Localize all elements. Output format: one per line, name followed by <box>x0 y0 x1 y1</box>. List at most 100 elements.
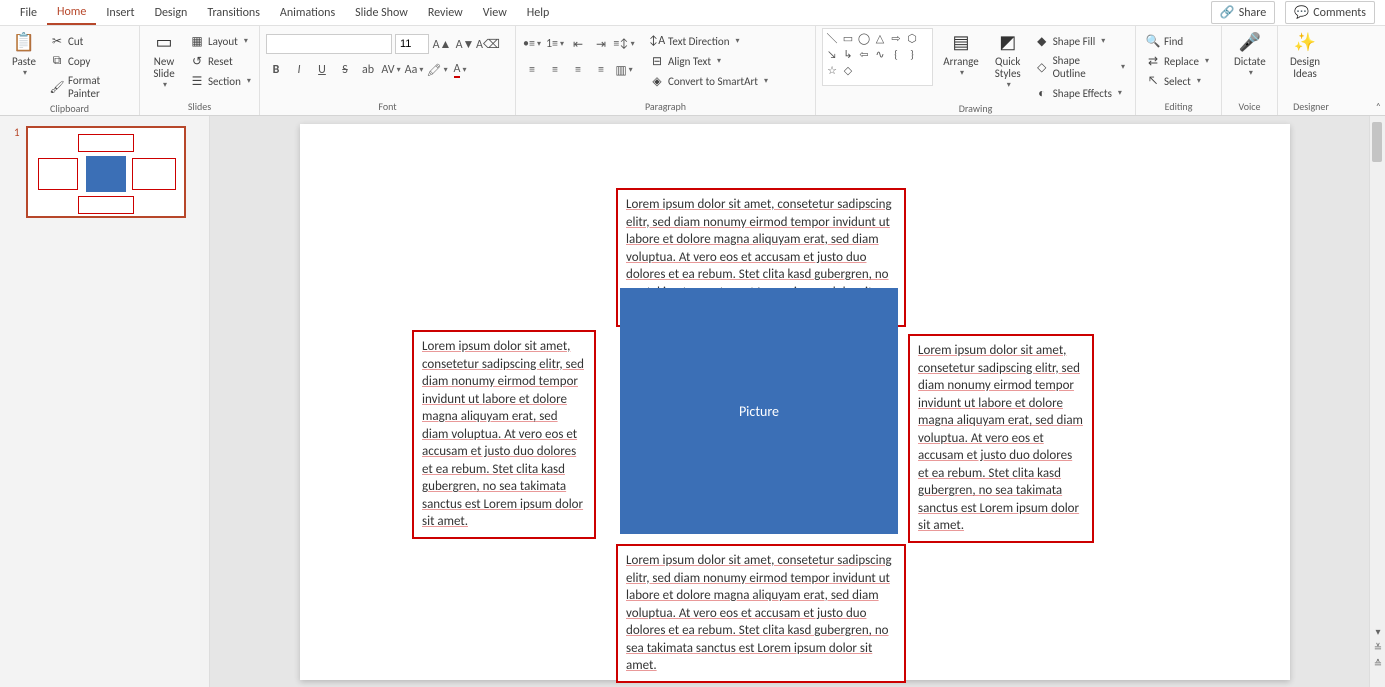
increase-indent-button[interactable]: ⇥ <box>591 34 611 54</box>
shape-triangle-icon[interactable]: △ <box>873 31 887 45</box>
design-ideas-button[interactable]: ✨ Design Ideas <box>1284 28 1326 82</box>
italic-button[interactable]: I <box>289 60 309 80</box>
comments-button[interactable]: 💬 Comments <box>1285 1 1375 24</box>
line-spacing-button[interactable]: ≡↕ <box>614 34 634 54</box>
shadow-button[interactable]: ab <box>358 60 378 80</box>
scroll-thumb[interactable] <box>1372 122 1382 162</box>
decrease-font-button[interactable]: A▼ <box>455 34 475 54</box>
tab-transitions[interactable]: Transitions <box>197 2 270 24</box>
tab-slideshow[interactable]: Slide Show <box>345 2 418 24</box>
tab-animations[interactable]: Animations <box>270 2 345 24</box>
align-text-button[interactable]: ⊟Align Text <box>646 52 772 70</box>
shape-rect-icon[interactable]: ▭ <box>841 31 855 45</box>
tab-help[interactable]: Help <box>517 2 560 24</box>
section-button[interactable]: ☰Section <box>186 72 255 90</box>
dictate-button[interactable]: 🎤 Dictate <box>1228 28 1272 80</box>
font-color-button[interactable]: A <box>450 60 470 80</box>
decrease-indent-button[interactable]: ⇤ <box>568 34 588 54</box>
bold-button[interactable]: B <box>266 60 286 80</box>
reset-button[interactable]: ↺Reset <box>186 52 255 70</box>
layout-icon: ▦ <box>190 34 204 48</box>
tab-design[interactable]: Design <box>145 2 198 24</box>
replace-button[interactable]: ⇄Replace <box>1142 52 1213 70</box>
slide-thumbnails-pane[interactable]: 1 <box>0 116 210 687</box>
shape-arrow-icon[interactable]: ⇨ <box>889 31 903 45</box>
change-case-button[interactable]: Aa <box>404 60 424 80</box>
shape-oval-icon[interactable]: ◯ <box>857 31 871 45</box>
strikethrough-button[interactable]: S <box>335 60 355 80</box>
shape-outline-button[interactable]: ◇Shape Outline <box>1031 52 1129 82</box>
tab-review[interactable]: Review <box>418 2 473 24</box>
tab-insert[interactable]: Insert <box>96 2 144 24</box>
char-spacing-button[interactable]: AV <box>381 60 401 80</box>
tab-home[interactable]: Home <box>47 1 96 25</box>
shape-brace-l-icon[interactable]: { <box>889 47 903 61</box>
shapes-gallery[interactable]: ＼ ▭ ◯ △ ⇨ ⬡ ↘ ↳ ⇦ ∿ { } ☆ ◇ <box>822 28 933 86</box>
thumbnail-number: 1 <box>14 126 20 218</box>
quick-styles-button[interactable]: ◩ Quick Styles <box>989 28 1027 92</box>
shape-hex-icon[interactable]: ⬡ <box>905 31 919 45</box>
convert-smartart-button[interactable]: ◈Convert to SmartArt <box>646 72 772 90</box>
next-slide-button[interactable]: ≙ <box>1370 655 1385 671</box>
thumbnail-1[interactable]: 1 <box>14 126 195 218</box>
shape-star-icon[interactable]: ☆ <box>825 63 839 77</box>
format-painter-button[interactable]: 🖌Format Painter <box>46 72 133 102</box>
picture-placeholder[interactable]: Picture <box>620 288 898 534</box>
shape-effects-button[interactable]: ◐Shape Effects <box>1031 84 1129 102</box>
textbox-bottom[interactable]: Lorem ipsum dolor sit amet, consetetur s… <box>616 544 906 683</box>
tab-view[interactable]: View <box>473 2 517 24</box>
clear-formatting-button[interactable]: A⌫ <box>478 34 498 54</box>
shape-conn-icon[interactable]: ↳ <box>841 47 855 61</box>
new-slide-button[interactable]: ▭ New Slide <box>146 28 182 92</box>
textbox-left[interactable]: Lorem ipsum dolor sit amet, consetetur s… <box>412 330 596 539</box>
thumbnail-preview[interactable] <box>26 126 186 218</box>
textbox-bottom-text: Lorem ipsum dolor sit amet, consetetur s… <box>626 553 892 673</box>
group-font: A▲ A▼ A⌫ B I U S ab AV Aa 🖍 A Font <box>260 26 516 115</box>
design-ideas-icon: ✨ <box>1293 30 1317 54</box>
select-button[interactable]: ↖Select <box>1142 72 1213 90</box>
copy-button[interactable]: ⧉Copy <box>46 52 133 70</box>
shape-curve-icon[interactable]: ∿ <box>873 47 887 61</box>
numbering-button[interactable]: 1≡ <box>545 34 565 54</box>
find-button[interactable]: 🔍Find <box>1142 32 1213 50</box>
share-button[interactable]: 🔗 Share <box>1211 1 1276 24</box>
increase-font-button[interactable]: A▲ <box>432 34 452 54</box>
columns-button[interactable]: ▥ <box>614 60 634 80</box>
mic-icon: 🎤 <box>1238 30 1262 54</box>
shape-brace-r-icon[interactable]: } <box>905 47 919 61</box>
textbox-right[interactable]: Lorem ipsum dolor sit amet, consetetur s… <box>908 334 1094 543</box>
shape-line-icon[interactable]: ＼ <box>825 31 839 45</box>
bullets-button[interactable]: •≡ <box>522 34 542 54</box>
group-voice: 🎤 Dictate Voice <box>1222 26 1278 115</box>
font-name-input[interactable] <box>266 34 392 54</box>
layout-button[interactable]: ▦Layout <box>186 32 255 50</box>
slide-canvas[interactable]: Lorem ipsum dolor sit amet, consetetur s… <box>300 124 1290 680</box>
scroll-down-button[interactable]: ▾ <box>1370 623 1385 639</box>
textbox-right-text: Lorem ipsum dolor sit amet, consetetur s… <box>918 343 1083 533</box>
group-label-slides: Slides <box>146 100 253 115</box>
ribbon: 📋 Paste ✂Cut ⧉Copy 🖌Format Painter Clipb… <box>0 26 1385 116</box>
underline-button[interactable]: U <box>312 60 332 80</box>
slide-editor[interactable]: Lorem ipsum dolor sit amet, consetetur s… <box>210 116 1369 687</box>
align-right-button[interactable]: ≡ <box>568 60 588 80</box>
highlight-button[interactable]: 🖍 <box>427 60 447 80</box>
cut-button[interactable]: ✂Cut <box>46 32 133 50</box>
tab-file[interactable]: File <box>10 2 47 24</box>
arrange-button[interactable]: ▤ Arrange <box>937 28 984 80</box>
paste-button[interactable]: 📋 Paste <box>6 28 42 80</box>
vertical-scrollbar[interactable]: ▴ ▾ ≚ ≙ <box>1369 116 1385 687</box>
shape-callout-icon[interactable]: ◇ <box>841 63 855 77</box>
justify-button[interactable]: ≡ <box>591 60 611 80</box>
shape-arrow3-icon[interactable]: ⇦ <box>857 47 871 61</box>
group-paragraph: •≡ 1≡ ⇤ ⇥ ≡↕ ≡ ≡ ≡ ≡ ▥ ↕AText Direction … <box>516 26 816 115</box>
shape-arrow2-icon[interactable]: ↘ <box>825 47 839 61</box>
shape-fill-button[interactable]: ◆Shape Fill <box>1031 32 1129 50</box>
prev-slide-button[interactable]: ≚ <box>1370 639 1385 655</box>
text-direction-button[interactable]: ↕AText Direction <box>646 32 772 50</box>
align-left-button[interactable]: ≡ <box>522 60 542 80</box>
cut-icon: ✂ <box>50 34 64 48</box>
outline-icon: ◇ <box>1035 60 1049 74</box>
collapse-ribbon-button[interactable]: ˄ <box>1376 100 1381 113</box>
font-size-input[interactable] <box>395 34 429 54</box>
align-center-button[interactable]: ≡ <box>545 60 565 80</box>
